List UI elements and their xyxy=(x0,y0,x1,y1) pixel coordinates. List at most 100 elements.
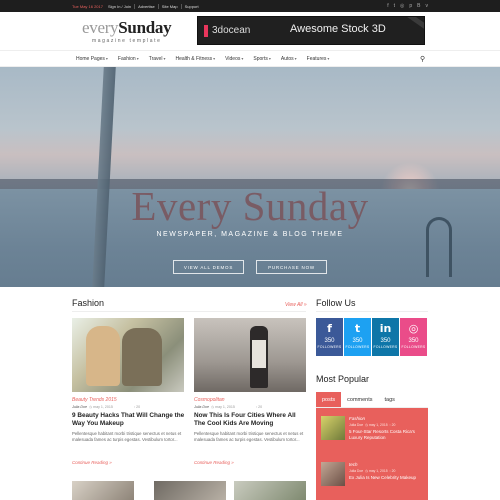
post-title[interactable]: Now This Is Four Cities Where All The Co… xyxy=(194,412,308,428)
post-category[interactable]: Beauty Trends 2015 xyxy=(72,397,117,403)
follow-section-title: Follow Us xyxy=(316,298,356,308)
popular-post-item[interactable]: Fashion Julia Doe ◷ may 1, 2015 ▫ 20 5 F… xyxy=(321,416,425,452)
comment-icon: ▫ xyxy=(133,405,136,409)
logo-light-text: every xyxy=(82,18,119,37)
dribbble-follow-box[interactable]: ◎ 350 FOLLOWERS xyxy=(400,318,427,356)
fashion-section-title: Fashion xyxy=(72,298,105,308)
popular-post-category[interactable]: Fashion xyxy=(349,416,365,421)
ad-brand: 3docean xyxy=(212,25,251,36)
current-date: Tue May 16 2017 xyxy=(72,3,103,9)
twitter-follow-box[interactable]: t 350 FOLLOWERS xyxy=(344,318,371,356)
twitter-icon: t xyxy=(354,322,361,335)
comment-icon: ▫ xyxy=(255,405,258,409)
sign-in-link[interactable]: Sign In / Join xyxy=(108,3,136,9)
popular-post-thumbnail[interactable] xyxy=(321,462,345,486)
follower-label: FOLLOWERS xyxy=(401,345,426,349)
follower-count: 350 xyxy=(324,338,335,344)
post-image-cities[interactable] xyxy=(194,318,306,392)
person-figure xyxy=(86,326,120,386)
dribbble-icon: ◎ xyxy=(408,322,419,335)
follower-count: 350 xyxy=(408,338,419,344)
fashion-view-all-link[interactable]: View All » xyxy=(285,302,307,308)
post-category[interactable]: Cosmopolitan xyxy=(194,397,225,403)
view-all-demos-button[interactable]: VIEW ALL DEMOS xyxy=(173,260,244,274)
post-excerpt: Pellentesque habitant morbi tristique se… xyxy=(194,431,304,442)
popular-post-category[interactable]: tech xyxy=(349,462,358,467)
nav-item-home-pages[interactable]: Home Pages ▾ xyxy=(76,56,108,62)
popular-post-title[interactable]: Ex Julia Is New Celebrity Makeup xyxy=(349,475,425,481)
tab-tags[interactable]: tags xyxy=(379,392,401,407)
purchase-now-button[interactable]: PURCHASE NOW xyxy=(256,260,327,274)
popular-tabs: posts comments tags xyxy=(316,392,428,408)
follow-divider xyxy=(316,311,428,312)
dribbble-icon[interactable]: ◎ xyxy=(400,3,404,9)
header-ad-banner[interactable]: 3docean Awesome Stock 3D xyxy=(197,16,425,45)
nav-item-travel[interactable]: Travel ▾ xyxy=(149,56,166,62)
chevron-down-icon: ▾ xyxy=(241,56,244,61)
popular-post-meta: Julia Doe ◷ may 1, 2015 ▫ 20 xyxy=(349,469,396,473)
post-thumbnail[interactable] xyxy=(234,481,306,500)
popular-post-thumbnail[interactable] xyxy=(321,416,345,440)
fashion-divider xyxy=(72,311,306,312)
hero-title: Every Sunday xyxy=(131,183,369,229)
search-icon[interactable]: ⚲ xyxy=(420,55,425,63)
clock-icon: ◷ xyxy=(88,405,93,409)
clock-icon: ◷ xyxy=(210,405,215,409)
person-figure-top xyxy=(252,340,266,368)
popular-post-title[interactable]: 5 Four-Star Resorts Costa Rica's Luxury … xyxy=(349,429,425,440)
nav-item-videos[interactable]: Videos ▾ xyxy=(225,56,243,62)
ad-slogan: Awesome Stock 3D xyxy=(290,23,386,35)
hero-tagline: NEWSPAPER, MAGAZINE & BLOG THEME xyxy=(156,231,344,238)
chevron-down-icon: ▾ xyxy=(268,56,271,61)
top-bar: Tue May 16 2017 Sign In / Join Advertise… xyxy=(0,0,500,12)
nav-item-sports[interactable]: Sports ▾ xyxy=(253,56,270,62)
facebook-follow-box[interactable]: f 350 FOLLOWERS xyxy=(316,318,343,356)
facebook-icon: f xyxy=(327,322,332,335)
post-meta: Julia Doe ◷ may 1, 2015 ▫ 20 xyxy=(194,405,263,409)
pinterest-icon[interactable]: p xyxy=(409,3,412,9)
linkedin-icon: in xyxy=(379,322,392,335)
follower-label: FOLLOWERS xyxy=(317,345,342,349)
post-meta: Julia Doe ◷ may 1, 2015 ▫ 20 xyxy=(72,405,141,409)
main-nav: Home Pages ▾ Fashion ▾ Travel ▾ Health & Fi… xyxy=(0,50,500,67)
nav-item-fashion[interactable]: Fashion ▾ xyxy=(118,56,139,62)
post-thumbnail[interactable] xyxy=(154,481,226,500)
site-logo[interactable]: everySunday xyxy=(82,18,172,38)
tab-comments[interactable]: comments xyxy=(341,392,378,407)
ad-logo-icon xyxy=(204,25,208,37)
nav-item-health-fitness[interactable]: Health & Fitness ▾ xyxy=(175,56,215,62)
popular-post-meta: Julia Doe ◷ may 1, 2015 ▫ 20 xyxy=(349,423,396,427)
advertise-link[interactable]: Advertise xyxy=(138,3,159,9)
popular-section-title: Most Popular xyxy=(316,374,370,384)
person-figure xyxy=(122,328,162,386)
social-links: f t ◎ p B v xyxy=(387,3,428,9)
post-excerpt: Pellentesque habitant morbi tristique se… xyxy=(72,431,182,442)
logo-dark-text: Sunday xyxy=(118,18,172,37)
behance-icon[interactable]: B xyxy=(417,3,420,9)
ad-ribbon xyxy=(405,17,424,32)
chevron-down-icon: ▾ xyxy=(163,56,166,61)
nav-item-features[interactable]: Features ▾ xyxy=(307,56,330,62)
post-title[interactable]: 9 Beauty Hacks That Will Change the Way … xyxy=(72,412,186,428)
facebook-icon[interactable]: f xyxy=(387,3,388,9)
logo-subtitle: magazine template xyxy=(92,38,162,44)
post-thumbnail[interactable] xyxy=(72,481,134,500)
tab-posts[interactable]: posts xyxy=(316,392,342,407)
linkedin-follow-box[interactable]: in 350 FOLLOWERS xyxy=(372,318,399,356)
continue-reading-link[interactable]: Continue Reading » xyxy=(72,460,112,465)
chevron-down-icon: ▾ xyxy=(136,56,139,61)
vimeo-icon[interactable]: v xyxy=(426,3,429,9)
site-map-link[interactable]: Site Map xyxy=(162,3,182,9)
top-links: Sign In / Join Advertise Site Map Suppor… xyxy=(108,3,202,9)
follower-count: 350 xyxy=(352,338,363,344)
chevron-down-icon: ▾ xyxy=(213,56,216,61)
support-link[interactable]: Support xyxy=(185,4,202,9)
continue-reading-link[interactable]: Continue Reading » xyxy=(194,460,234,465)
follower-count: 350 xyxy=(380,338,391,344)
post-image-beauty[interactable] xyxy=(72,318,184,392)
twitter-icon[interactable]: t xyxy=(394,3,395,9)
nav-item-autos[interactable]: Autos ▾ xyxy=(281,56,297,62)
follower-label: FOLLOWERS xyxy=(345,345,370,349)
popular-posts-panel: Fashion Julia Doe ◷ may 1, 2015 ▫ 20 5 F… xyxy=(316,408,428,500)
popular-post-item[interactable]: tech Julia Doe ◷ may 1, 2015 ▫ 20 Ex Jul… xyxy=(321,462,425,498)
